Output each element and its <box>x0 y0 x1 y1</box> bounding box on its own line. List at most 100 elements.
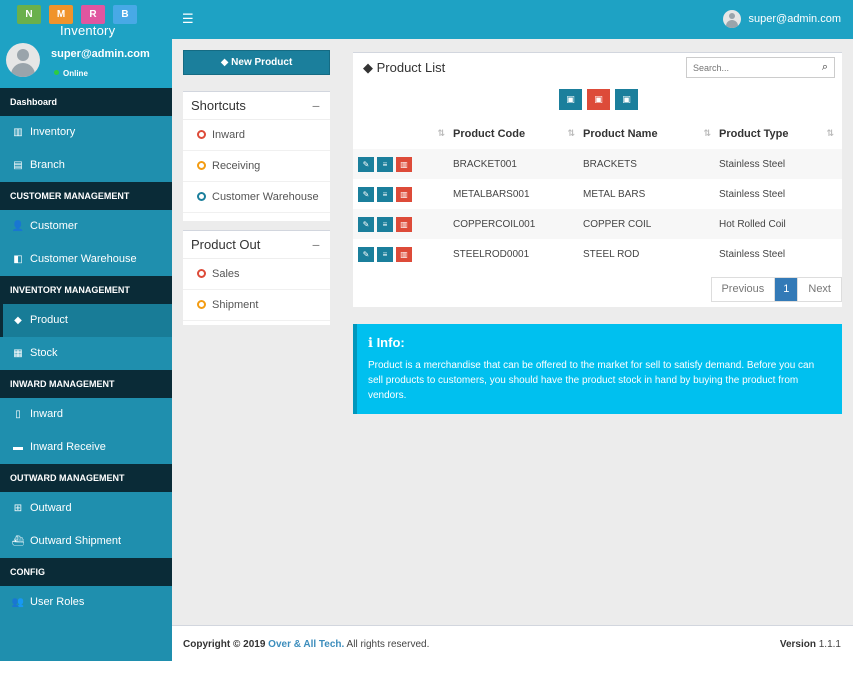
edit-icon[interactable]: ✎ <box>358 186 374 202</box>
new-product-button[interactable]: ◆ New Product <box>183 50 330 75</box>
sidebar-item-outward-shipment[interactable]: ⛴ Outward Shipment <box>0 525 172 558</box>
circle-icon <box>197 161 206 170</box>
column-header-product-type[interactable]: Product Type ⇅ <box>719 119 842 149</box>
table-row: ✎ ≡ ▥ BRACKET001 BRACKETS Stainless Steel <box>353 149 842 179</box>
actions-column-header[interactable]: ⇅ <box>353 119 453 149</box>
logo-box-icon: B <box>113 5 137 24</box>
sidebar-item-stock[interactable]: ▦ Stock <box>0 337 172 370</box>
file-icon: ▯ <box>15 409 21 420</box>
table-header-row: ⇅ Product Code ⇅ Product Name ⇅ Product Ty… <box>353 119 842 149</box>
new-product-label: New Product <box>231 57 293 68</box>
collapse-icon[interactable]: − <box>312 231 320 259</box>
logo[interactable]: N M R B Inventory <box>0 0 172 40</box>
version-label: Version <box>779 639 816 650</box>
product-out-title-text: Product Out <box>191 237 261 252</box>
sidebar-item-user-roles[interactable]: 👥 User Roles <box>0 586 172 619</box>
pagination-page-1[interactable]: 1 <box>775 278 798 301</box>
topbar: ☰ super@admin.com <box>172 0 853 39</box>
sidebar-item-inward-receive[interactable]: ▬ Inward Receive <box>0 431 172 464</box>
csv-export-button[interactable]: ▣ <box>559 89 582 110</box>
sidebar-item-label: Branch <box>30 159 65 171</box>
cubes-icon: ▦ <box>13 348 23 359</box>
sort-icon: ⇅ <box>703 128 711 138</box>
trash-icon[interactable]: ▥ <box>396 246 412 262</box>
product-name-cell: BRACKETS <box>583 149 719 179</box>
nav-header-outward-management: OUTWARD MANAGEMENT <box>0 464 172 492</box>
sidebar-item-label: Stock <box>30 347 58 359</box>
sidebar-item-label: Customer Warehouse <box>30 253 137 265</box>
list-icon[interactable]: ≡ <box>377 186 393 202</box>
shortcut-customer-warehouse[interactable]: Customer Warehouse <box>183 182 330 213</box>
user-email: super@admin.com <box>51 48 150 60</box>
sidebar-item-label: Customer <box>30 220 78 232</box>
hamburger-menu-icon[interactable]: ☰ <box>182 11 194 27</box>
tag-icon: ◆ <box>14 315 22 326</box>
product-code-cell: COPPERCOIL001 <box>453 209 583 239</box>
product-out-label: Sales <box>212 268 240 280</box>
truck-icon: ▬ <box>13 442 23 453</box>
product-code-cell: METALBARS001 <box>453 188 530 200</box>
product-list-title: ◆ Product List <box>363 60 445 76</box>
tag-icon: ◆ <box>363 60 377 75</box>
avatar <box>722 10 741 28</box>
circle-icon <box>197 192 206 201</box>
shortcut-label: Receiving <box>212 160 261 172</box>
product-out-sales[interactable]: Sales <box>183 259 330 290</box>
shortcut-inward[interactable]: Inward <box>183 120 330 151</box>
circle-icon <box>197 300 206 309</box>
pdf-export-button[interactable]: ▣ <box>587 89 610 110</box>
tag-icon: ◆ <box>220 57 232 68</box>
user-panel: super@admin.com Online <box>0 40 172 88</box>
column-header-label: Product Type <box>719 128 789 140</box>
building-icon: ▤ <box>13 160 23 171</box>
sort-icon: ⇅ <box>437 128 445 138</box>
sidebar-item-label: Outward <box>30 502 72 514</box>
row-actions: ✎ ≡ ▥ <box>353 209 453 239</box>
info-title-text: Info: <box>376 335 405 350</box>
sidebar-item-outward[interactable]: ⊞ Outward <box>0 492 172 525</box>
main-content: ◆ New Product Shortcuts − Inward Receivin… <box>172 39 853 625</box>
nav-header-inward-management: INWARD MANAGEMENT <box>0 370 172 398</box>
sidebar-item-label: Outward Shipment <box>30 535 122 547</box>
excel-export-button[interactable]: ▣ <box>615 89 638 110</box>
list-icon[interactable]: ≡ <box>377 216 393 232</box>
shortcuts-panel: Shortcuts − Inward Receiving Customer War… <box>183 91 330 221</box>
product-code-cell: BRACKET001 <box>453 149 583 179</box>
column-header-product-name[interactable]: Product Name ⇅ <box>583 119 719 149</box>
pagination-next[interactable]: Next <box>797 278 841 301</box>
edit-icon[interactable]: ✎ <box>358 216 374 232</box>
sidebar-item-label: User Roles <box>30 596 85 608</box>
edit-icon[interactable]: ✎ <box>358 156 374 172</box>
search-icon[interactable]: ⌕ <box>822 61 828 74</box>
shortcut-receiving[interactable]: Receiving <box>183 151 330 182</box>
top-user-menu[interactable]: super@admin.com <box>722 10 841 28</box>
trash-icon[interactable]: ▥ <box>396 216 412 232</box>
column-header-label: Product Name <box>583 128 658 140</box>
column-header-product-code[interactable]: Product Code ⇅ <box>453 119 583 149</box>
sidebar-item-inventory[interactable]: ▥ Inventory <box>0 116 172 149</box>
pagination-previous[interactable]: Previous <box>712 278 776 301</box>
product-out-title: Product Out − <box>183 231 330 259</box>
sidebar-item-label: Product <box>30 314 68 326</box>
product-out-shipment[interactable]: Shipment <box>183 290 330 321</box>
info-text: Product is a merchandise that can be off… <box>368 360 815 401</box>
avatar <box>6 43 40 77</box>
sidebar-item-inward[interactable]: ▯ Inward <box>0 398 172 431</box>
trash-icon[interactable]: ▥ <box>396 156 412 172</box>
sidebar-item-branch[interactable]: ▤ Branch <box>0 149 172 182</box>
sidebar-item-customer[interactable]: 👤 Customer <box>0 210 172 243</box>
product-out-label: Shipment <box>212 299 259 311</box>
nav-header-config: CONFIG <box>0 558 172 586</box>
edit-icon[interactable]: ✎ <box>358 246 374 262</box>
sidebar-item-customer-warehouse[interactable]: ◧ Customer Warehouse <box>0 243 172 276</box>
footer: Copyright © 2019 Over & All Tech. All ri… <box>172 625 853 661</box>
rights-text: All rights reserved. <box>346 639 430 650</box>
list-icon[interactable]: ≡ <box>377 156 393 172</box>
sidebar-item-product[interactable]: ◆ Product <box>0 304 172 337</box>
copyright-prefix: Copyright © 2019 <box>183 639 266 650</box>
list-icon[interactable]: ≡ <box>377 246 393 262</box>
search-input[interactable] <box>687 58 807 77</box>
collapse-icon[interactable]: − <box>312 92 320 120</box>
company-link[interactable]: Over & All Tech. <box>268 639 344 650</box>
trash-icon[interactable]: ▥ <box>396 186 412 202</box>
